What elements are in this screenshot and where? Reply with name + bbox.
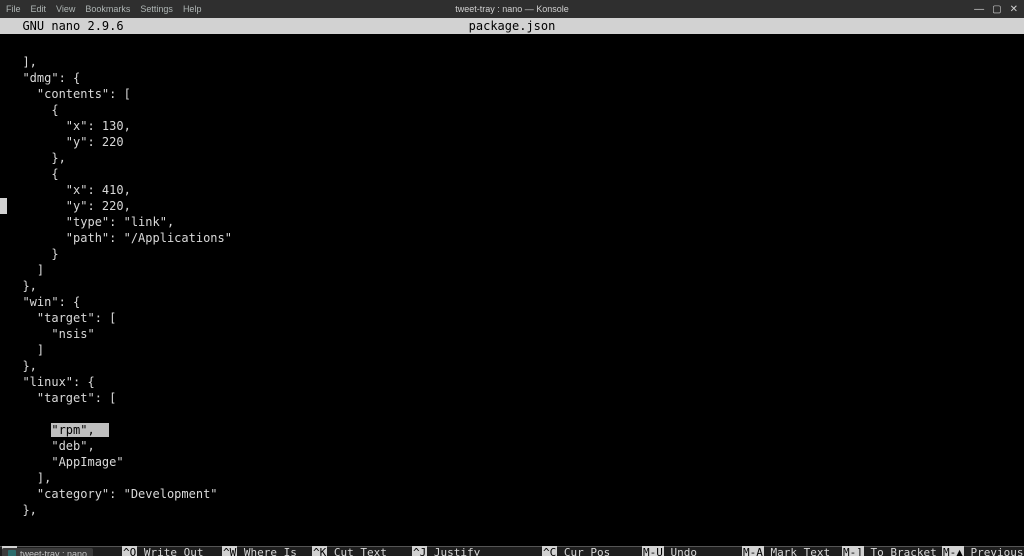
maximize-icon[interactable]: ▢ xyxy=(992,4,1001,15)
menu-file[interactable]: File xyxy=(6,4,21,14)
menu-bookmarks[interactable]: Bookmarks xyxy=(85,4,130,14)
window-menu: File Edit View Bookmarks Settings Help xyxy=(0,4,201,14)
editor-area[interactable]: ], "dmg": { "contents": [ { "x": 130, "y… xyxy=(0,34,1024,518)
nano-header-bar: GNU nano 2.9.6 package.json xyxy=(0,18,1024,34)
shortcut-key: ^C xyxy=(542,546,557,556)
menu-view[interactable]: View xyxy=(56,4,75,14)
shortcut-key: M-U xyxy=(642,546,664,556)
taskbar-item-label: tweet-tray : nano xyxy=(20,549,87,556)
shortcut-label: Previous xyxy=(964,546,1024,556)
shortcut-undo: M-U Undo xyxy=(642,546,742,556)
terminal-icon xyxy=(8,550,16,556)
cursor-block xyxy=(0,198,7,214)
menu-help[interactable]: Help xyxy=(183,4,202,14)
shortcut-key: M-A xyxy=(742,546,764,556)
close-icon[interactable]: ✕ xyxy=(1010,4,1018,15)
window-title: tweet-tray : nano — Konsole xyxy=(455,4,569,14)
shortcut-key: M-▲ xyxy=(942,546,964,556)
shortcut-cur-pos: ^C Cur Pos xyxy=(542,546,642,556)
shortcut-key: ^J xyxy=(412,546,427,556)
shortcut-label: To Bracket xyxy=(864,546,937,556)
shortcut-label: Where Is xyxy=(237,546,297,556)
shortcut-label: Cut Text xyxy=(327,546,387,556)
shortcut-justify: ^J Justify xyxy=(412,546,542,556)
nano-filename: package.json xyxy=(469,19,556,33)
nano-version: GNU nano 2.9.6 xyxy=(0,19,124,33)
shortcut-mark-text: M-A Mark Text xyxy=(742,546,842,556)
editor-text-after: "deb", "AppImage" ], "category": "Develo… xyxy=(8,438,1024,518)
shortcut-key: M-] xyxy=(842,546,864,556)
shortcut-label: Justify xyxy=(427,546,480,556)
editor-highlight-prefix xyxy=(8,423,51,437)
shortcut-previous: M-▲ Previous xyxy=(942,546,1022,556)
taskbar-item[interactable]: tweet-tray : nano xyxy=(2,548,93,556)
shortcut-label: Mark Text xyxy=(764,546,830,556)
shortcut-key: ^O xyxy=(122,546,137,556)
editor-highlight: "rpm", xyxy=(51,423,109,437)
shortcut-cut-text: ^K Cut Text xyxy=(312,546,412,556)
menu-edit[interactable]: Edit xyxy=(31,4,47,14)
shortcut-label: Write Out xyxy=(137,546,203,556)
shortcut-where-is: ^W Where Is xyxy=(222,546,312,556)
shortcut-label: Undo xyxy=(664,546,697,556)
shortcut-write-out: ^O Write Out xyxy=(122,546,222,556)
minimize-icon[interactable]: — xyxy=(974,4,984,15)
nano-shortcut-bar: ^G Get Help^O Write Out^W Where Is^K Cut… xyxy=(0,518,1024,546)
editor-text-before: ], "dmg": { "contents": [ { "x": 130, "y… xyxy=(8,54,1024,406)
menu-settings[interactable]: Settings xyxy=(140,4,173,14)
shortcut-key: ^K xyxy=(312,546,327,556)
shortcut-to-bracket: M-] To Bracket xyxy=(842,546,942,556)
shortcut-label: Cur Pos xyxy=(557,546,610,556)
window-titlebar: File Edit View Bookmarks Settings Help t… xyxy=(0,0,1024,18)
shortcut-key: ^W xyxy=(222,546,237,556)
